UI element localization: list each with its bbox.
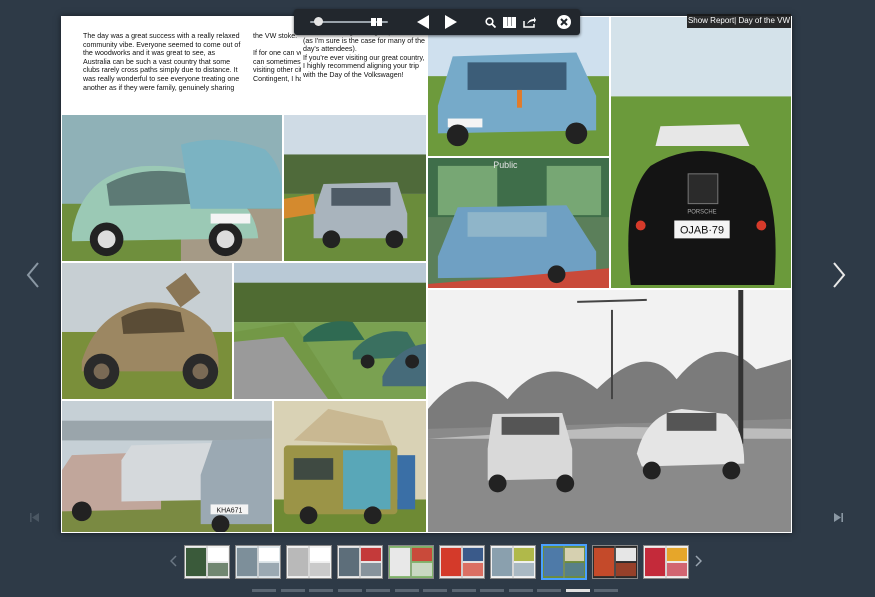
pagination-dot-13[interactable] (594, 589, 618, 592)
porsche-badge-text: PORSCHE (687, 210, 716, 216)
search-icon[interactable] (482, 9, 498, 35)
pagination-dot-8[interactable] (451, 589, 476, 592)
chevron-right-icon[interactable] (832, 262, 846, 288)
chevron-left-icon[interactable] (26, 262, 40, 288)
thumbnail-9[interactable] (592, 545, 638, 579)
photo-blue-squareback (427, 16, 610, 157)
thumbnail-10[interactable] (643, 545, 689, 579)
show-report-link[interactable]: Show Report| Day of the VW (687, 14, 791, 28)
thumbnail-5[interactable] (388, 545, 434, 579)
thumbnails-icon[interactable] (500, 9, 518, 35)
zoom-slider-knob[interactable] (313, 17, 323, 26)
pagination-dot-10[interactable] (508, 589, 533, 592)
plate-right-text: OJAB·79 (680, 224, 724, 236)
thumbnail-1[interactable] (184, 545, 230, 579)
close-icon[interactable] (554, 9, 574, 35)
previous-page-icon[interactable] (412, 9, 434, 35)
thumbnail-7[interactable] (490, 545, 536, 579)
pagination-dot-7[interactable] (423, 589, 447, 592)
pagination-dot-6[interactable] (394, 589, 419, 592)
public-sign-text: Public (493, 160, 518, 170)
thumbnails-next-icon[interactable] (695, 555, 702, 567)
pagination-dot-4[interactable] (337, 589, 362, 592)
thumbnail-3[interactable] (286, 545, 332, 579)
photo-bw-street (427, 289, 792, 533)
photo-grey-squareback (283, 114, 427, 262)
pagination-dot-12[interactable] (565, 589, 590, 592)
photo-rusty-baja (61, 262, 233, 400)
thumbnail-2[interactable] (235, 545, 281, 579)
thumbnail-8[interactable] (541, 544, 587, 580)
share-icon[interactable] (520, 9, 538, 35)
pagination-dot-2[interactable] (280, 589, 305, 592)
right-page[interactable]: OJAB·79 PORSCHE Public (427, 16, 792, 533)
photo-kombi-camper (273, 400, 427, 533)
photo-squarebacks-parked: KHA671 (61, 400, 273, 533)
thumbnails-prev-icon[interactable] (170, 555, 177, 567)
pagination-dot-5[interactable] (366, 589, 390, 592)
first-page-icon[interactable] (30, 513, 39, 522)
single-page-icon[interactable] (366, 9, 386, 35)
next-page-icon[interactable] (440, 9, 462, 35)
photo-black-porsche: OJAB·79 PORSCHE (610, 16, 792, 289)
viewer-toolbar (294, 9, 580, 35)
pagination-dot-11[interactable] (537, 589, 561, 592)
last-page-icon[interactable] (834, 513, 843, 522)
pagination-dot-1[interactable] (252, 589, 276, 592)
pagination-dot-3[interactable] (309, 589, 333, 592)
photo-public-building: Public (427, 157, 610, 289)
thumbnail-6[interactable] (439, 545, 485, 579)
plate-left-text: KHA671 (217, 507, 243, 514)
magazine-spread[interactable]: The day was a great success with a reall… (61, 16, 792, 533)
thumbnail-4[interactable] (337, 545, 383, 579)
pagination-dot-9[interactable] (480, 589, 504, 592)
photo-beetle-row (233, 262, 427, 400)
photo-green-beetle (61, 114, 283, 262)
